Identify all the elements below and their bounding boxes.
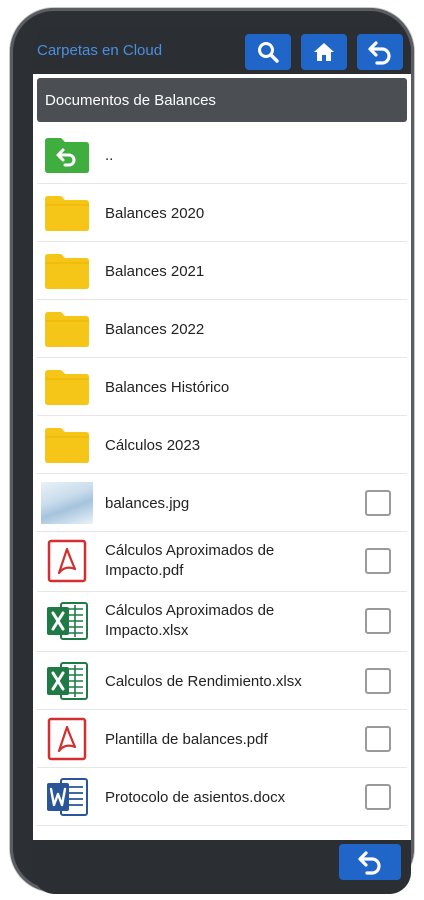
list-item-folder[interactable]: Balances 2020 [37,184,407,242]
item-label: Protocolo de asientos.docx [105,789,286,806]
list-item-file[interactable]: Protocolo de asientos.docx [37,768,407,826]
back-arrow-icon [368,41,391,65]
list-item-file[interactable]: balances.jpg [37,474,407,532]
image-thumbnail [41,480,93,526]
item-label: Cálculos 2023 [105,437,201,454]
phone-frame: Carpetas en Cloud Documentos de Balances [10,8,414,894]
parent-folder-icon [41,132,93,178]
item-label: Balances 2022 [105,321,205,338]
search-icon [258,42,279,63]
home-button[interactable] [301,34,347,70]
item-label: Balances Histórico [105,379,230,396]
search-button[interactable] [245,34,291,70]
list-item-file[interactable]: Cálculos Aproximados de Impacto.pdf [37,532,407,592]
screen: Carpetas en Cloud Documentos de Balances [33,28,411,894]
item-label: Cálculos Aproximados de Impacto.pdf [105,542,275,579]
folder-header: Documentos de Balances [37,78,407,122]
item-label: Balances 2020 [105,205,205,222]
folder-icon [41,190,93,236]
app-title: Carpetas en Cloud [37,42,163,59]
word-icon [41,774,93,820]
item-label: .. [105,147,114,164]
folder-icon [41,364,93,410]
list-item-folder[interactable]: Balances 2021 [37,242,407,300]
list-item-folder[interactable]: Balances Histórico [37,358,407,416]
bottom-back-button[interactable] [339,844,401,880]
bottom-bar [33,840,411,894]
item-label: Plantilla de balances.pdf [105,731,268,748]
pdf-icon [41,538,93,584]
item-label: Balances 2021 [105,263,205,280]
folder-icon [41,422,93,468]
folder-title: Documentos de Balances [45,92,216,109]
file-list: .. Balances 2020 Balances 2021 Balances … [37,126,407,826]
back-button[interactable] [357,34,403,70]
select-checkbox[interactable] [365,668,391,694]
top-bar: Carpetas en Cloud [33,28,411,74]
item-label: balances.jpg [105,495,190,512]
list-item-parent[interactable]: .. [37,126,407,184]
list-item-file[interactable]: Cálculos Aproximados de Impacto.xlsx [37,592,407,652]
home-icon [314,43,334,61]
list-item-folder[interactable]: Balances 2022 [37,300,407,358]
item-label: Cálculos Aproximados de Impacto.xlsx [105,602,275,639]
select-checkbox[interactable] [365,726,391,752]
back-arrow-icon [358,851,381,875]
select-checkbox[interactable] [365,548,391,574]
file-browser: Documentos de Balances .. Balances 2020 [33,74,411,840]
select-checkbox[interactable] [365,784,391,810]
folder-icon [41,306,93,352]
excel-icon [41,598,93,644]
item-label: Calculos de Rendimiento.xlsx [105,673,302,690]
list-item-file[interactable]: Plantilla de balances.pdf [37,710,407,768]
list-item-folder[interactable]: Cálculos 2023 [37,416,407,474]
select-checkbox[interactable] [365,608,391,634]
pdf-icon [41,716,93,762]
list-item-file[interactable]: Calculos de Rendimiento.xlsx [37,652,407,710]
select-checkbox[interactable] [365,490,391,516]
excel-icon [41,658,93,704]
folder-icon [41,248,93,294]
